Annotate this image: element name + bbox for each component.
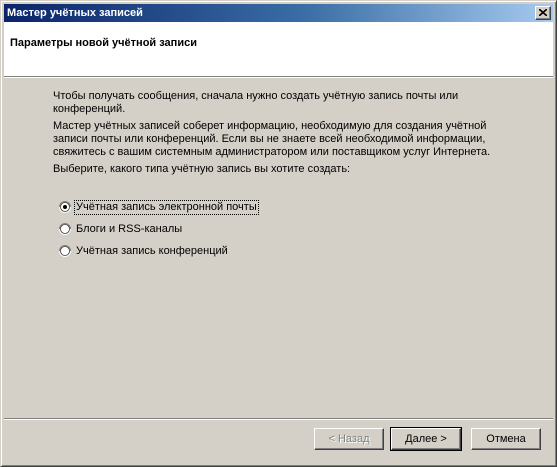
radio-selected-icon[interactable]: [59, 201, 71, 213]
back-button[interactable]: < Назад: [314, 428, 384, 450]
window-title: Мастер учётных записей: [7, 7, 143, 19]
option-newsgroup-account-label: Учётная запись конференций: [76, 245, 228, 257]
option-email-account-label: Учётная запись электронной почты: [74, 200, 259, 215]
radio-unselected-icon[interactable]: [59, 245, 71, 257]
intro-paragraph-3: Выберите, какого типа учётную запись вы …: [53, 163, 351, 175]
intro-paragraph-1: Чтобы получать сообщения, сначала нужно …: [53, 90, 459, 115]
account-wizard-window: Мастер учётных записей Параметры новой у…: [0, 0, 557, 467]
footer-divider: [4, 418, 553, 420]
intro-paragraph-2: Мастер учётных записей соберет информаци…: [53, 120, 491, 158]
header-panel: Параметры новой учётной записи: [4, 22, 553, 76]
page-title: Параметры новой учётной записи: [10, 37, 197, 49]
option-blogs-rss-label: Блоги и RSS-каналы: [76, 223, 183, 235]
header-divider: [4, 76, 553, 78]
next-button[interactable]: Далее >: [390, 427, 462, 451]
radio-unselected-icon[interactable]: [59, 223, 71, 235]
cancel-button[interactable]: Отмена: [471, 428, 541, 450]
title-bar[interactable]: Мастер учётных записей: [4, 4, 553, 22]
close-icon: [539, 9, 547, 16]
close-button[interactable]: [535, 6, 551, 20]
intro-text: Чтобы получать сообщения, сначала нужно …: [53, 90, 523, 180]
